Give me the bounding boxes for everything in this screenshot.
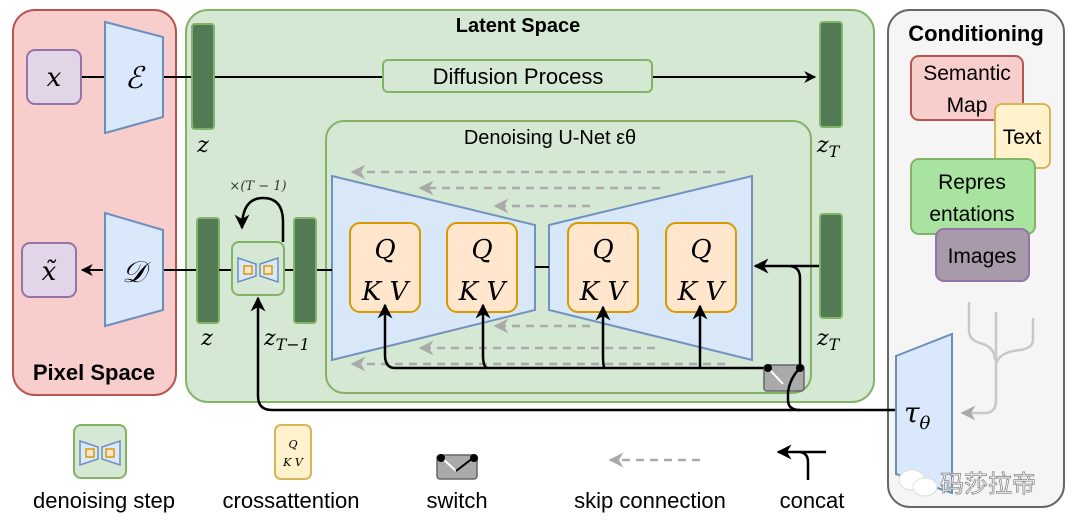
crossattention-block: Q K V xyxy=(446,222,518,313)
legend-concat-icon xyxy=(778,452,826,480)
key-value-label: K V xyxy=(361,277,411,307)
query-label: Q xyxy=(690,235,711,265)
svg-text:K V: K V xyxy=(282,456,304,469)
cond-repr-l1: Repres xyxy=(938,171,1006,194)
switch-icon xyxy=(763,364,805,412)
cond-repr-l2: entations xyxy=(929,203,1014,226)
key-value-label: K V xyxy=(458,277,508,307)
query-label: Q xyxy=(592,235,613,265)
legend: denoising step Q K V crossattention swit… xyxy=(33,424,845,513)
cond-semantic-map-l2: Map xyxy=(947,94,988,117)
latent-zT-1-bar xyxy=(293,217,317,324)
legend-skip-connection-label: skip connection xyxy=(574,488,726,513)
cond-semantic-map-l1: Semantic xyxy=(923,62,1011,85)
conditioning-label: Conditioning xyxy=(908,21,1044,46)
latent-z-bar-bottom xyxy=(196,217,220,324)
latent-z-label-bottom: z xyxy=(200,326,213,351)
svg-text:Q: Q xyxy=(288,438,297,451)
legend-denoising-step-icon xyxy=(73,424,127,479)
latent-z-bar-top xyxy=(191,23,215,130)
latent-zT-bar-mid xyxy=(819,213,843,319)
unet-label: Denoising U-Net εθ xyxy=(464,127,636,149)
crossattention-block: Q K V xyxy=(349,222,421,313)
key-value-label: K V xyxy=(677,277,727,307)
watermark: 码莎拉帝 xyxy=(898,469,1036,498)
query-label: Q xyxy=(471,235,492,265)
key-value-label: K V xyxy=(579,277,629,307)
legend-denoising-step-label: denoising step xyxy=(33,488,175,513)
legend-crossattention-label: crossattention xyxy=(223,488,360,513)
cond-images-label: Images xyxy=(948,245,1017,268)
cond-text-label: Text xyxy=(1003,126,1042,149)
query-label: Q xyxy=(374,235,395,265)
diffusion-process-label: Diffusion Process xyxy=(433,64,604,89)
latent-space-label: Latent Space xyxy=(456,15,580,37)
pixel-space-label: Pixel Space xyxy=(33,360,155,385)
repeat-count-label: ×(T − 1) xyxy=(229,179,286,194)
denoising-step-block xyxy=(231,241,285,296)
legend-crossattention-icon: Q K V xyxy=(274,424,312,480)
legend-switch-label: switch xyxy=(426,488,487,513)
legend-switch-icon xyxy=(436,454,478,480)
latent-zT-bar-top xyxy=(819,21,843,128)
encoder-label: ℰ xyxy=(125,61,146,96)
crossattention-block: Q K V xyxy=(567,222,639,313)
input-x-label: x xyxy=(47,63,62,93)
watermark-text: 码莎拉帝 xyxy=(940,471,1036,498)
output-x-tilde-label: x̃ xyxy=(42,257,57,287)
legend-concat-label: concat xyxy=(780,488,845,513)
crossattention-block: Q K V xyxy=(665,222,737,313)
latent-z-label-top: z xyxy=(196,133,209,158)
latent-diffusion-diagram: Pixel Space Latent Space Conditioning x … xyxy=(12,9,1065,513)
